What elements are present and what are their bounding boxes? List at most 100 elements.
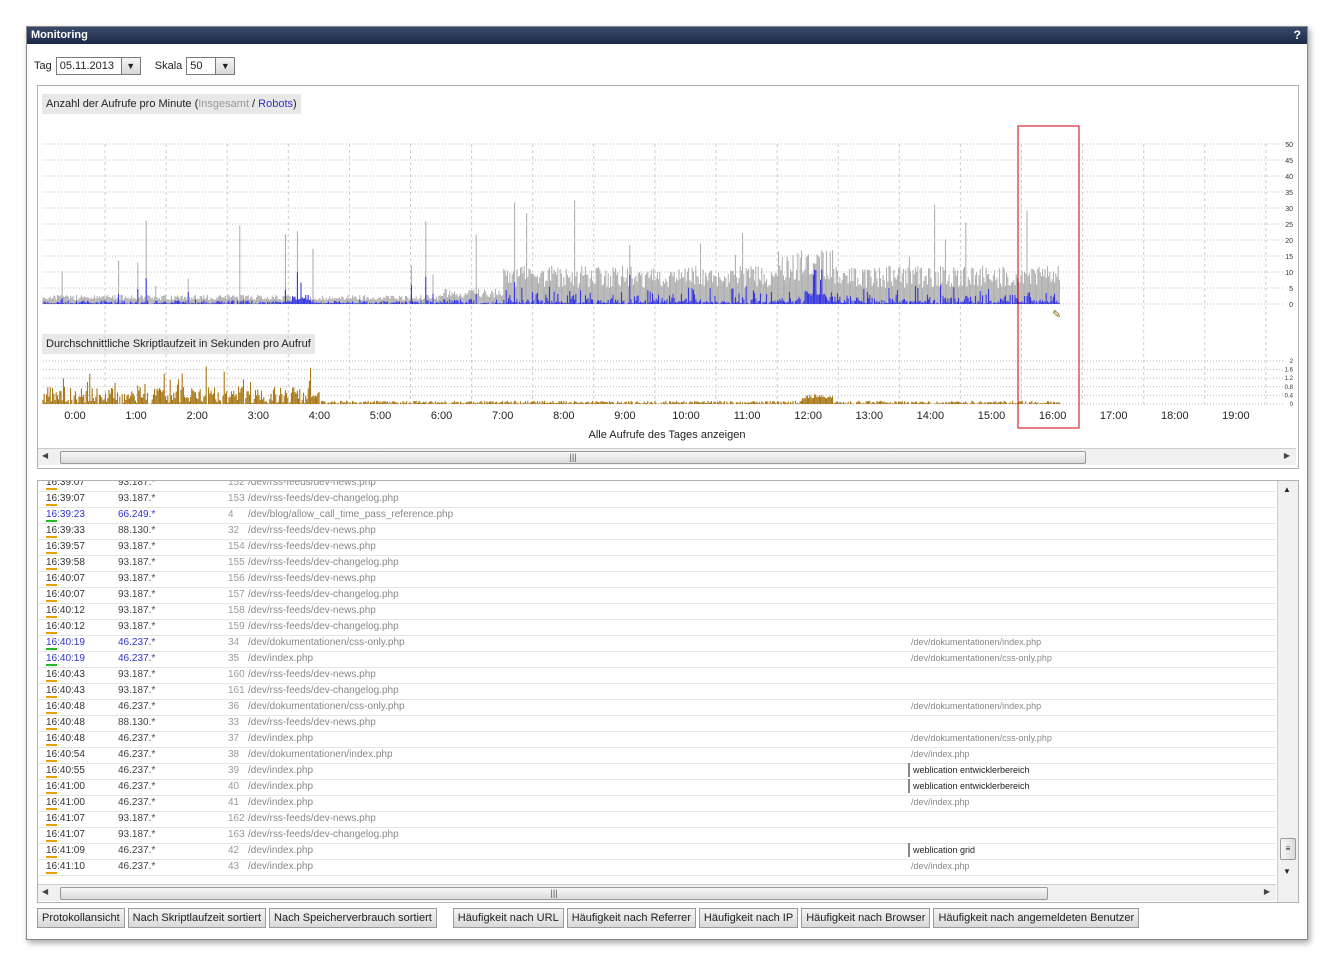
- log-path[interactable]: /dev/rss-feeds/dev-changelog.php: [248, 491, 399, 506]
- scroll-left-icon[interactable]: ◀: [42, 451, 48, 460]
- chart-hscrollbar[interactable]: ◀ ||| ▶: [38, 448, 1296, 465]
- freq-user-button[interactable]: Häufigkeit nach angemeldeten Benutzer: [933, 908, 1140, 928]
- freq-browser-button[interactable]: Häufigkeit nach Browser: [801, 908, 931, 928]
- log-path[interactable]: /dev/rss-feeds/dev-changelog.php: [248, 555, 399, 570]
- log-referrer[interactable]: /dev/dokumentationen/css-only.php: [911, 731, 1052, 746]
- log-referrer[interactable]: /dev/dokumentationen/index.php: [911, 635, 1041, 650]
- monitoring-window: Monitoring ? Tag 05.11.2013 ▼ Skala 50 ▼…: [26, 26, 1308, 940]
- log-path[interactable]: /dev/rss-feeds/dev-news.php: [248, 811, 376, 826]
- x-tick-label: 5:00: [370, 410, 391, 422]
- log-row[interactable]: 16:41:07 93.187.* 162/dev/rss-feeds/dev-ne…: [38, 811, 1276, 828]
- log-row[interactable]: 16:40:19 46.237.* 35/dev/index.php/dev/dok…: [38, 651, 1276, 668]
- log-row[interactable]: 16:40:12 93.187.* 158/dev/rss-feeds/dev-ne…: [38, 603, 1276, 620]
- chart1-ytick: 5: [1289, 286, 1293, 293]
- log-row[interactable]: 16:39:23 66.249.* 4/dev/blog/allow_call_ti…: [38, 507, 1276, 524]
- log-row[interactable]: 16:39:33 88.130.* 32/dev/rss-feeds/dev-new…: [38, 523, 1276, 540]
- log-row[interactable]: 16:40:55 46.237.* 39/dev/index.php Position…: [38, 763, 1276, 780]
- log-referrer[interactable]: /dev/index.php: [911, 747, 970, 762]
- log-vscrollbar[interactable]: ▲ ≡ ▼: [1277, 481, 1298, 902]
- log-path[interactable]: /dev/rss-feeds/dev-news.php: [248, 523, 376, 538]
- toolbar: Tag 05.11.2013 ▼ Skala 50 ▼: [34, 56, 236, 76]
- log-row[interactable]: 16:40:48 46.237.* 36/dev/dokumentationen/c…: [38, 699, 1276, 716]
- log-row[interactable]: 16:40:43 93.187.* 160/dev/rss-feeds/dev-ne…: [38, 667, 1276, 684]
- log-row[interactable]: 16:39:57 93.187.* 154/dev/rss-feeds/dev-ne…: [38, 539, 1276, 556]
- search-keyword: weblication entwicklerbereich: [909, 764, 1033, 776]
- log-time: 16:40:07: [46, 573, 85, 586]
- scroll-right-icon[interactable]: ▶: [1264, 887, 1270, 896]
- log-row[interactable]: 16:39:58 93.187.* 155/dev/rss-feeds/dev-ch…: [38, 555, 1276, 572]
- log-ip: 93.187.*: [118, 541, 156, 552]
- log-count: 153: [228, 493, 245, 504]
- log-referrer[interactable]: /dev/index.php: [911, 859, 970, 874]
- protocol-view-button[interactable]: Protokollansicht: [37, 908, 125, 928]
- log-ip: 46.237.*: [118, 845, 156, 856]
- log-referrer[interactable]: /dev/index.php: [911, 795, 970, 810]
- log-hscrollbar[interactable]: ◀ ||| ▶: [38, 884, 1276, 901]
- log-path[interactable]: /dev/rss-feeds/dev-changelog.php: [248, 683, 399, 698]
- log-path[interactable]: /dev/index.php: [248, 843, 313, 858]
- log-path[interactable]: /dev/dokumentationen/index.php: [248, 747, 393, 762]
- log-row[interactable]: 16:40:43 93.187.* 161/dev/rss-feeds/dev-ch…: [38, 683, 1276, 700]
- log-path[interactable]: /dev/rss-feeds/dev-news.php: [248, 481, 376, 490]
- show-all-calls-link[interactable]: Alle Aufrufe des Tages anzeigen: [589, 429, 746, 441]
- log-time: 16:39:33: [46, 525, 85, 538]
- log-path[interactable]: /dev/blog/allow_call_time_pass_reference…: [248, 507, 453, 522]
- log-panel: 16:39:07 93.187.* 152/dev/rss-feeds/dev-ne…: [37, 480, 1299, 903]
- log-path[interactable]: /dev/rss-feeds/dev-changelog.php: [248, 619, 399, 634]
- log-path[interactable]: /dev/rss-feeds/dev-changelog.php: [248, 587, 399, 602]
- chart-hscroll-thumb[interactable]: |||: [60, 451, 1086, 464]
- log-vscroll-thumb[interactable]: ≡: [1280, 838, 1296, 860]
- scroll-up-icon[interactable]: ▲: [1283, 485, 1291, 494]
- sort-runtime-button[interactable]: Nach Skriptlaufzeit sortiert: [127, 908, 267, 928]
- log-row[interactable]: 16:40:48 88.130.* 33/dev/rss-feeds/dev-new…: [38, 715, 1276, 732]
- log-hscroll-thumb[interactable]: |||: [60, 887, 1048, 900]
- log-referrer[interactable]: /dev/dokumentationen/index.php: [911, 699, 1041, 714]
- log-path[interactable]: /dev/rss-feeds/dev-news.php: [248, 571, 376, 586]
- log-row[interactable]: 16:41:09 46.237.* 42/dev/index.php Position…: [38, 843, 1276, 860]
- log-path[interactable]: /dev/rss-feeds/dev-news.php: [248, 667, 376, 682]
- pencil-icon: ✎: [1052, 309, 1061, 321]
- x-tick-label: 3:00: [248, 410, 269, 422]
- x-tick-label: 1:00: [125, 410, 146, 422]
- log-path[interactable]: /dev/index.php: [248, 779, 313, 794]
- log-path[interactable]: /dev/index.php: [248, 859, 313, 874]
- log-row[interactable]: 16:41:00 46.237.* 40/dev/index.php Position…: [38, 779, 1276, 796]
- log-ip: 93.187.*: [118, 621, 156, 632]
- log-row[interactable]: 16:40:48 46.237.* 37/dev/index.php/dev/dok…: [38, 731, 1276, 748]
- log-count: 32: [228, 525, 240, 536]
- log-referrer[interactable]: /dev/dokumentationen/css-only.php: [911, 651, 1052, 666]
- scale-select[interactable]: 50 ▼: [186, 57, 236, 75]
- log-count: 154: [228, 541, 245, 552]
- log-path[interactable]: /dev/rss-feeds/dev-changelog.php: [248, 827, 399, 842]
- scroll-left-icon[interactable]: ◀: [42, 887, 48, 896]
- log-row[interactable]: 16:40:12 93.187.* 159/dev/rss-feeds/dev-ch…: [38, 619, 1276, 636]
- scroll-right-icon[interactable]: ▶: [1284, 451, 1290, 460]
- log-row[interactable]: 16:40:19 46.237.* 34/dev/dokumentationen/c…: [38, 635, 1276, 652]
- scroll-down-icon[interactable]: ▼: [1283, 867, 1291, 876]
- day-select[interactable]: 05.11.2013 ▼: [55, 57, 141, 75]
- log-row[interactable]: 16:40:07 93.187.* 156/dev/rss-feeds/dev-ne…: [38, 571, 1276, 588]
- log-path[interactable]: /dev/rss-feeds/dev-news.php: [248, 539, 376, 554]
- log-row[interactable]: 16:39:07 93.187.* 153/dev/rss-feeds/dev-ch…: [38, 491, 1276, 508]
- x-tick-label: 9:00: [614, 410, 635, 422]
- log-row[interactable]: 16:41:07 93.187.* 163/dev/rss-feeds/dev-ch…: [38, 827, 1276, 844]
- log-row[interactable]: 16:40:54 46.237.* 38/dev/dokumentationen/i…: [38, 747, 1276, 764]
- sort-memory-button[interactable]: Nach Speicherverbrauch sortiert: [269, 908, 437, 928]
- log-path[interactable]: /dev/index.php: [248, 731, 313, 746]
- log-path[interactable]: /dev/dokumentationen/css-only.php: [248, 635, 405, 650]
- log-path[interactable]: /dev/rss-feeds/dev-news.php: [248, 603, 376, 618]
- log-row[interactable]: 16:40:07 93.187.* 157/dev/rss-feeds/dev-ch…: [38, 587, 1276, 604]
- freq-ip-button[interactable]: Häufigkeit nach IP: [698, 908, 799, 928]
- log-row[interactable]: 16:41:00 46.237.* 41/dev/index.php/dev/ind…: [38, 795, 1276, 812]
- log-path[interactable]: /dev/dokumentationen/css-only.php: [248, 699, 405, 714]
- freq-referrer-button[interactable]: Häufigkeit nach Referrer: [566, 908, 696, 928]
- log-row[interactable]: 16:41:10 46.237.* 43/dev/index.php/dev/ind…: [38, 859, 1276, 876]
- log-path[interactable]: /dev/index.php: [248, 651, 313, 666]
- help-icon[interactable]: ?: [1294, 27, 1301, 44]
- log-time: 16:39:23: [46, 509, 85, 522]
- freq-url-button[interactable]: Häufigkeit nach URL: [452, 908, 564, 928]
- log-path[interactable]: /dev/index.php: [248, 763, 313, 778]
- log-path[interactable]: /dev/rss-feeds/dev-news.php: [248, 715, 376, 730]
- log-path[interactable]: /dev/index.php: [248, 795, 313, 810]
- log-ip: 93.187.*: [118, 480, 156, 488]
